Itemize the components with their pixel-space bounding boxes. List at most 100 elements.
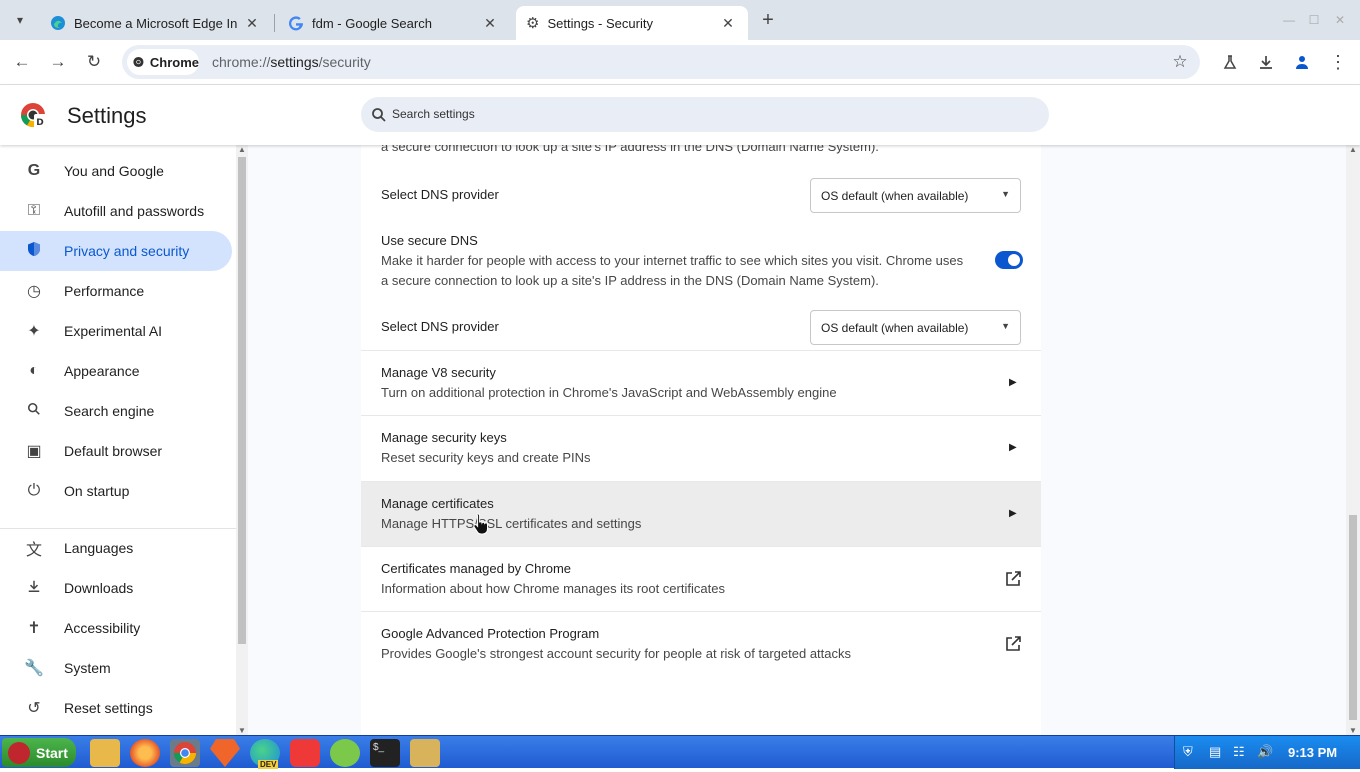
menu-kebab-icon[interactable]: ⋮ <box>1324 48 1352 76</box>
terminal-prompt-icon: $_ <box>373 742 385 753</box>
wrench-icon: 🔧 <box>24 660 44 677</box>
brave-taskbar-icon[interactable] <box>210 739 240 767</box>
volume-tray-icon[interactable]: 🔊 <box>1257 744 1273 760</box>
certificates-managed-row[interactable]: Certificates managed by Chrome Informati… <box>361 547 1041 612</box>
sidebar-item-privacy-security[interactable]: Privacy and security <box>0 231 232 271</box>
settings-header: D Settings Search settings <box>0 85 1360 145</box>
secure-dns-row[interactable]: Use secure DNS Make it harder for people… <box>361 231 1041 291</box>
advanced-protection-row[interactable]: Google Advanced Protection Program Provi… <box>361 612 1041 677</box>
dns-provider-select[interactable]: OS default (when available) ▼ <box>810 310 1021 345</box>
manage-security-keys-row[interactable]: Manage security keys Reset security keys… <box>361 416 1041 481</box>
tab-search-dropdown-icon[interactable]: ▾ <box>6 6 34 34</box>
close-tab-icon[interactable]: ✕ <box>242 15 262 32</box>
sidebar-item-label: Search engine <box>64 403 155 419</box>
close-window-icon[interactable]: ✕ <box>1326 6 1354 34</box>
folder-taskbar-icon[interactable] <box>410 739 440 767</box>
shield-tray-icon[interactable]: ⛨ <box>1183 744 1199 760</box>
dns-provider-row: Select DNS provider OS default (when ava… <box>361 175 1041 215</box>
labs-flask-icon[interactable] <box>1216 48 1244 76</box>
tab-settings-security[interactable]: ⚙ Settings - Security ✕ <box>516 6 748 40</box>
clipboard-tray-icon[interactable]: ▤ <box>1209 744 1225 760</box>
manage-certificates-row[interactable]: Manage certificates Manage HTTPS/SSL cer… <box>361 482 1041 546</box>
clock[interactable]: 9:13 PM <box>1288 745 1337 760</box>
content-scrollbar[interactable]: ▲ ▼ <box>1346 145 1360 735</box>
sidebar-item-languages[interactable]: 文 Languages <box>0 528 232 568</box>
start-logo-icon <box>8 742 30 764</box>
translate-icon: 文 <box>25 542 42 559</box>
sidebar-item-system[interactable]: 🔧 System <box>0 648 232 688</box>
secure-dns-toggle[interactable] <box>995 251 1023 269</box>
sidebar-scrollbar[interactable]: ▲ ▼ <box>236 145 248 735</box>
sidebar-scrollbar-thumb[interactable] <box>238 157 246 644</box>
file-manager-taskbar-icon[interactable] <box>90 739 120 767</box>
google-icon <box>289 16 304 31</box>
hand-cursor-icon <box>473 513 488 535</box>
row-description: a secure connection to look up a site's … <box>381 145 879 154</box>
scroll-down-arrow[interactable]: ▼ <box>1349 726 1357 735</box>
arrow-right-icon: ▶ <box>1009 508 1017 519</box>
dns-provider-row: Select DNS provider OS default (when ava… <box>361 307 1041 347</box>
search-settings-input[interactable]: Search settings <box>361 97 1049 132</box>
row-title: Certificates managed by Chrome <box>381 561 572 576</box>
new-tab-icon[interactable]: + <box>754 6 782 34</box>
url-text[interactable]: chrome://settings/security <box>212 54 371 70</box>
chrome-taskbar-icon[interactable] <box>170 739 200 767</box>
tab-strip: ▾ Become a Microsoft Edge In ✕ fdm - Goo… <box>0 0 1360 40</box>
edge-icon <box>51 16 65 30</box>
chevron-down-icon: ▼ <box>1001 321 1010 331</box>
vivaldi-taskbar-icon[interactable] <box>290 739 320 767</box>
firefox-taskbar-icon[interactable] <box>130 739 160 767</box>
sidebar-item-performance[interactable]: ◷ Performance <box>0 271 232 311</box>
minimize-icon[interactable]: — <box>1275 6 1303 34</box>
terminal-taskbar-icon[interactable]: $_ <box>370 739 400 767</box>
edge-dev-taskbar-icon[interactable]: DEV <box>250 739 280 769</box>
forward-icon[interactable]: → <box>44 48 72 76</box>
tab-edge-insider[interactable]: Become a Microsoft Edge In ✕ <box>40 6 272 40</box>
address-bar[interactable]: Chrome chrome://settings/security ☆ <box>122 45 1200 79</box>
select-value: OS default (when available) <box>821 188 969 203</box>
network-tray-icon[interactable]: ☷ <box>1233 744 1249 760</box>
row-description: Turn on additional protection in Chrome'… <box>381 385 837 400</box>
start-button[interactable]: Start <box>2 738 76 767</box>
sidebar-item-you-and-google[interactable]: G You and Google <box>0 151 232 191</box>
back-icon[interactable]: ← <box>8 48 36 76</box>
site-chip-label: Chrome <box>149 54 199 70</box>
scroll-up-arrow[interactable]: ▲ <box>238 145 246 154</box>
sidebar-item-downloads[interactable]: Downloads <box>0 568 232 608</box>
scroll-down-arrow[interactable]: ▼ <box>238 726 246 735</box>
sidebar-item-label: Experimental AI <box>64 323 163 339</box>
sidebar-item-appearance[interactable]: ◐ Appearance <box>0 351 232 391</box>
content-scrollbar-thumb[interactable] <box>1349 515 1357 720</box>
sidebar-item-default-browser[interactable]: ▣ Default browser <box>0 431 232 471</box>
sidebar-item-experimental-ai[interactable]: ✦ Experimental AI <box>0 311 232 351</box>
site-info-chip[interactable]: Chrome <box>127 49 199 75</box>
security-card: a secure connection to look up a site's … <box>361 145 1041 735</box>
sidebar-item-label: Privacy and security <box>64 243 190 259</box>
close-tab-icon[interactable]: ✕ <box>718 15 738 32</box>
chrome-icon <box>133 56 144 68</box>
profile-avatar-icon[interactable] <box>1288 48 1316 76</box>
bookmark-star-icon[interactable]: ☆ <box>1166 48 1194 76</box>
reload-icon[interactable]: ↻ <box>80 48 108 76</box>
tab-title: fdm - Google Search <box>312 15 432 31</box>
sidebar-item-reset-settings[interactable]: ↺ Reset settings <box>0 688 232 728</box>
calculator-taskbar-icon[interactable] <box>330 739 360 767</box>
dns-provider-select[interactable]: OS default (when available) ▼ <box>810 178 1021 213</box>
sidebar-item-accessibility[interactable]: ✝ Accessibility <box>0 608 232 648</box>
download-icon[interactable] <box>1252 48 1280 76</box>
select-value: OS default (when available) <box>821 320 969 335</box>
page-title: Settings <box>67 103 147 128</box>
sidebar-item-search-engine[interactable]: Search engine <box>0 391 232 431</box>
sidebar-item-autofill[interactable]: ⚿ Autofill and passwords <box>0 191 232 231</box>
tab-google-search[interactable]: fdm - Google Search ✕ <box>278 6 510 40</box>
sparkle-icon: ✦ <box>27 323 41 340</box>
scroll-up-arrow[interactable]: ▲ <box>1349 145 1357 154</box>
manage-v8-security-row[interactable]: Manage V8 security Turn on additional pr… <box>361 351 1041 415</box>
sidebar-item-label: Default browser <box>64 443 163 459</box>
chevron-down-icon: ▼ <box>1001 189 1010 199</box>
row-title: Manage V8 security <box>381 365 496 380</box>
maximize-icon[interactable]: ☐ <box>1300 6 1328 34</box>
close-tab-icon[interactable]: ✕ <box>480 15 500 32</box>
sidebar-item-on-startup[interactable]: ⏻ On startup <box>0 471 232 511</box>
google-g-icon: G <box>27 162 41 179</box>
